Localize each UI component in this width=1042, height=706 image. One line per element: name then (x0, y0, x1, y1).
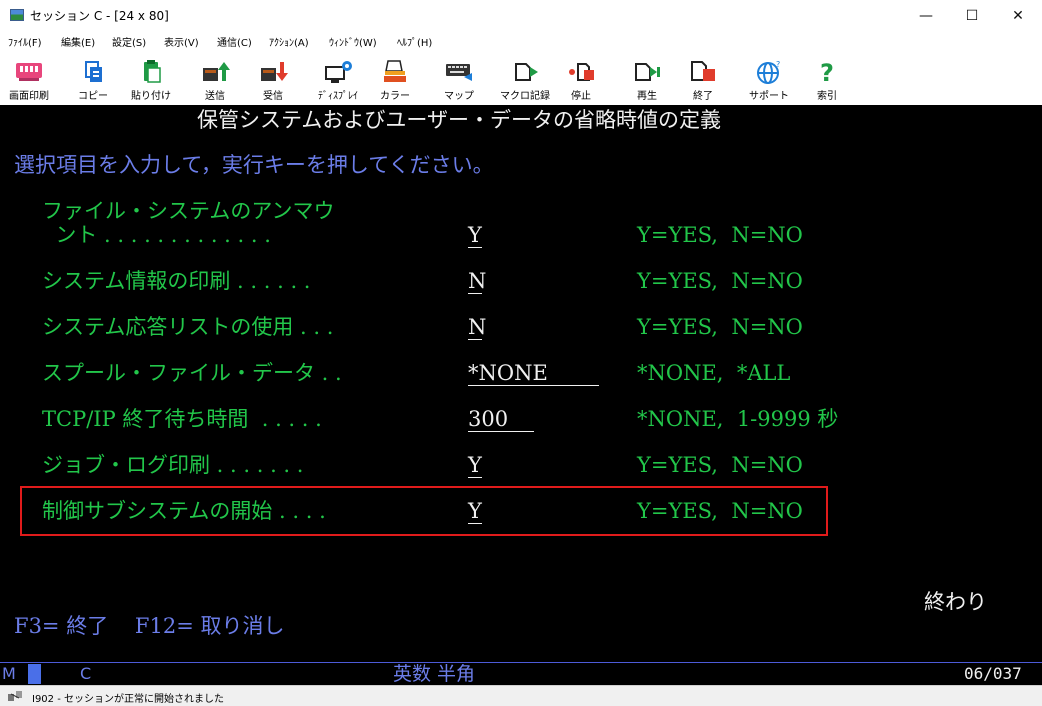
field-options-job-log: Y=YES, N=NO (637, 453, 803, 477)
field-input-reply-list[interactable]: N (468, 314, 486, 340)
field-options-spool-data: *NONE, *ALL (637, 361, 791, 385)
display-icon (325, 61, 352, 83)
help-index-button[interactable]: ? 索引 (804, 55, 850, 103)
menu-help[interactable]: ﾍﾙﾌﾟ(H) (397, 34, 432, 49)
exit-icon (691, 61, 715, 81)
oia-cursor-position: 06/037 (964, 664, 1022, 683)
support-button[interactable]: ? サポート (742, 55, 796, 103)
paste-label: 貼り付け (131, 91, 171, 102)
print-screen-label: 画面印刷 (9, 91, 49, 102)
receive-icon (261, 62, 288, 81)
stop-icon (569, 63, 594, 81)
field-label-print-system-info: システム情報の印刷 . . . . . . (42, 269, 311, 293)
field-input-spool-data[interactable]: *NONE (468, 360, 599, 386)
play-icon (635, 63, 660, 81)
window-title: セッション C - [24 x 80] (30, 9, 169, 23)
field-input-unmount[interactable]: Y (468, 222, 482, 248)
exit-label: 終了 (693, 91, 713, 102)
menu-file[interactable]: ﾌｧｲﾙ(F) (8, 34, 42, 49)
help-index-icon: ? (820, 59, 834, 85)
menu-edit[interactable]: 編集(E) (61, 34, 95, 49)
terminal-screen[interactable]: 保管システムおよびユーザー・データの省略時値の定義 選択項目を入力して，実行キー… (0, 105, 1042, 662)
field-options-print-system-info: Y=YES, N=NO (637, 269, 803, 293)
play-label: 再生 (637, 91, 657, 102)
display-label: ﾃﾞｨｽﾌﾟﾚｲ (318, 91, 358, 102)
menu-view[interactable]: 表示(V) (164, 34, 199, 49)
field-input-print-system-info[interactable]: N (468, 268, 486, 294)
menu-window[interactable]: ｳｨﾝﾄﾞｳ(W) (329, 34, 377, 49)
status-message: I902 - セッションが正常に開始されました (32, 694, 225, 705)
paste-button[interactable]: 貼り付け (124, 55, 178, 103)
highlight-box (20, 486, 828, 536)
color-button[interactable]: カラー (372, 55, 418, 103)
field-options-unmount: Y=YES, N=NO (637, 223, 803, 247)
field-label-spool-data: スプール・ファイル・データ . . (42, 361, 342, 385)
oia-cursor (28, 664, 41, 684)
keyboard-map-label: マップ (444, 91, 474, 102)
close-button[interactable]: ✕ (995, 0, 1041, 32)
status-bar: I902 - セッションが正常に開始されました (0, 685, 1042, 706)
end-indicator: 終わり (924, 590, 987, 614)
app-icon (10, 9, 24, 21)
keyboard-map-icon (446, 64, 472, 81)
send-icon (203, 62, 230, 81)
macro-record-button[interactable]: マクロ記録 (498, 55, 552, 103)
color-label: カラー (380, 91, 410, 102)
function-keys: F3= 終了 F12= 取り消し (14, 614, 285, 638)
toolbar: 画面印刷 コピー 貼り付け 送信 受信 ﾃﾞｨｽﾌﾟﾚｲ カラー マップ マクロ… (0, 55, 1042, 105)
exit-button[interactable]: 終了 (680, 55, 726, 103)
field-label-unmount: ファイル・システムのアンマウ (42, 199, 335, 223)
screen-title: 保管システムおよびユーザー・データの省略時値の定義 (197, 108, 721, 132)
copy-icon (85, 61, 102, 82)
play-button[interactable]: 再生 (624, 55, 670, 103)
print-screen-button[interactable]: 画面印刷 (2, 55, 56, 103)
copy-button[interactable]: コピー (70, 55, 116, 103)
connection-status-icon (8, 691, 22, 701)
macro-record-label: マクロ記録 (500, 91, 550, 102)
svg-text:?: ? (820, 59, 834, 85)
field-input-job-log[interactable]: Y (468, 452, 482, 478)
copy-label: コピー (78, 91, 108, 102)
operator-info-area: M C 英数 半角 06/037 (0, 662, 1042, 685)
menu-communication[interactable]: 通信(C) (217, 34, 252, 49)
support-icon: ? (757, 60, 780, 84)
oia-input-mode: 英数 半角 (393, 663, 476, 685)
macro-record-icon (515, 63, 538, 81)
oia-indicator: M (2, 664, 16, 683)
stop-label: 停止 (571, 91, 591, 102)
menu-action[interactable]: ｱｸｼｮﾝ(A) (269, 34, 309, 49)
menu-settings[interactable]: 設定(S) (112, 34, 146, 49)
print-screen-icon (16, 63, 42, 81)
screen-instruction: 選択項目を入力して，実行キーを押してください。 (14, 153, 494, 177)
send-button[interactable]: 送信 (192, 55, 238, 103)
menu-bar: ﾌｧｲﾙ(F) 編集(E) 設定(S) 表示(V) 通信(C) ｱｸｼｮﾝ(A)… (0, 32, 1042, 50)
field-input-tcpip-wait[interactable]: 300 (468, 406, 534, 432)
stop-button[interactable]: 停止 (558, 55, 604, 103)
field-options-tcpip-wait: *NONE, 1-9999 秒 (637, 407, 839, 431)
svg-text:?: ? (776, 60, 780, 69)
support-label: サポート (749, 91, 789, 102)
minimize-button[interactable]: — (903, 0, 949, 32)
field-options-reply-list: Y=YES, N=NO (637, 315, 803, 339)
receive-label: 受信 (263, 91, 283, 102)
display-button[interactable]: ﾃﾞｨｽﾌﾟﾚｲ (308, 55, 368, 103)
keyboard-map-button[interactable]: マップ (436, 55, 482, 103)
paste-icon (144, 60, 161, 83)
maximize-button[interactable]: ☐ (949, 0, 995, 32)
send-label: 送信 (205, 91, 225, 102)
field-label-tcpip-wait: TCP/IP 終了待ち時間 . . . . . (42, 407, 322, 431)
receive-button[interactable]: 受信 (250, 55, 296, 103)
field-label-unmount-cont: ント . . . . . . . . . . . . . (42, 223, 271, 247)
help-index-label: 索引 (817, 91, 837, 102)
oia-session: C (80, 664, 92, 683)
color-icon (384, 60, 406, 82)
field-label-job-log: ジョブ・ログ印刷 . . . . . . . (42, 453, 304, 477)
field-label-reply-list: システム応答リストの使用 . . . (42, 315, 334, 339)
title-bar: セッション C - [24 x 80] — ☐ ✕ (0, 0, 1042, 32)
